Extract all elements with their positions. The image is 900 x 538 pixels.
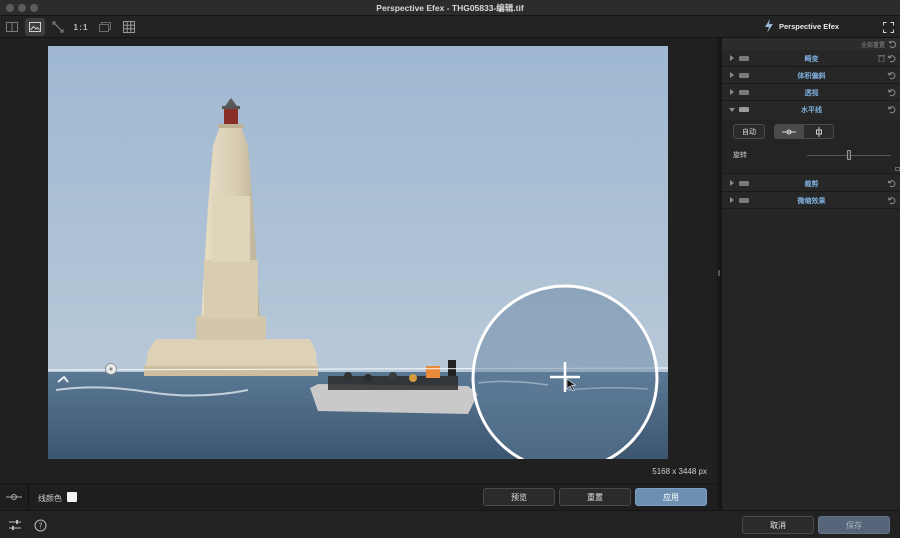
- horizon-tool-button[interactable]: [5, 490, 23, 504]
- settings-button[interactable]: [8, 518, 22, 532]
- undo-icon[interactable]: [887, 179, 896, 188]
- section-horizon[interactable]: 水平线: [722, 101, 900, 118]
- section-crop[interactable]: 裁剪: [722, 175, 900, 192]
- lighthouse-photo: [48, 46, 668, 459]
- help-button[interactable]: ?: [33, 518, 47, 532]
- fullscreen-button[interactable]: [880, 19, 896, 35]
- save-button[interactable]: 保存: [818, 516, 890, 534]
- trash-icon[interactable]: [878, 54, 885, 62]
- zoom-1to1-button[interactable]: 1:1: [71, 18, 91, 36]
- collapse-marker[interactable]: [895, 167, 900, 171]
- image-dimensions: 5168 x 3448 px: [652, 467, 707, 476]
- horizon-controls: 自动 旋转: [722, 120, 900, 174]
- fit-view-button[interactable]: [48, 18, 68, 36]
- horizon-line-icon: [782, 129, 796, 134]
- horizon-line-mode-button[interactable]: [774, 124, 804, 139]
- section-distortion[interactable]: 畸变: [722, 50, 900, 67]
- grid-icon: [123, 21, 135, 33]
- line-color-swatch[interactable]: [67, 492, 77, 502]
- reset-all-icon[interactable]: [888, 40, 896, 48]
- vertical-line-icon: [815, 126, 822, 137]
- reset-button[interactable]: 重置: [559, 488, 631, 506]
- section-miniature-effect[interactable]: 微缩效果: [722, 192, 900, 209]
- reset-all-bar: 全部重置: [722, 38, 900, 50]
- apply-button[interactable]: 应用: [635, 488, 707, 506]
- grid-toggle-button[interactable]: [119, 18, 139, 36]
- compare-button[interactable]: [95, 18, 115, 36]
- single-view-button[interactable]: [25, 18, 45, 36]
- brand: Perspective Efex: [764, 19, 839, 33]
- rotation-label: 旋转: [733, 152, 747, 159]
- zoom-1to1-label: 1:1: [73, 22, 89, 32]
- preview-button[interactable]: 预览: [483, 488, 555, 506]
- fit-icon: [52, 21, 64, 33]
- section-perspective[interactable]: 透视: [722, 84, 900, 101]
- line-color-label: 线颜色: [38, 494, 62, 503]
- section-label: 裁剪: [804, 181, 819, 188]
- rotation-slider-thumb[interactable]: [847, 150, 851, 160]
- image-icon: [29, 22, 41, 32]
- undo-icon[interactable]: [887, 88, 896, 97]
- divider: [28, 484, 29, 511]
- photo-preview[interactable]: [48, 46, 668, 459]
- split-view-button[interactable]: [2, 18, 22, 36]
- section-label: 水平线: [801, 107, 822, 114]
- layers-icon: [99, 22, 111, 32]
- undo-icon[interactable]: [887, 54, 896, 63]
- status-bar: ? 取消 保存: [0, 510, 900, 538]
- adjustments-panel: 全部重置 畸变 体积偏斜 透视 水平线 自动 旋转 裁剪 微缩效果: [721, 38, 900, 510]
- window-title: Perspective Efex - THG05833-编辑.tif: [376, 3, 524, 13]
- splitter-grip[interactable]: [718, 270, 720, 276]
- cancel-button[interactable]: 取消: [742, 516, 814, 534]
- section-volume-skew[interactable]: 体积偏斜: [722, 67, 900, 84]
- perspective-efex-logo-icon: [765, 19, 773, 33]
- help-icon: ?: [34, 519, 46, 531]
- undo-icon[interactable]: [887, 71, 896, 80]
- toolbar: 1:1 Perspective Efex: [0, 16, 900, 38]
- image-canvas[interactable]: 5168 x 3448 px: [0, 38, 717, 483]
- title-bar: Perspective Efex - THG05833-编辑.tif: [0, 0, 900, 16]
- reset-all-label: 全部重置: [860, 43, 885, 49]
- undo-icon[interactable]: [887, 196, 896, 205]
- vertical-line-mode-button[interactable]: [804, 124, 834, 139]
- sliders-icon: [9, 520, 21, 530]
- section-label: 透视: [804, 90, 819, 97]
- split-view-icon: [6, 22, 18, 32]
- auto-button[interactable]: 自动: [733, 124, 765, 139]
- svg-text:?: ?: [38, 521, 42, 530]
- expand-icon: [882, 21, 894, 33]
- brand-name: Perspective Efex: [779, 21, 840, 31]
- horizon-line-icon: [6, 494, 22, 500]
- horizon-tool-bar: 线颜色 预览 重置 应用: [0, 483, 717, 511]
- section-label: 体积偏斜: [797, 73, 826, 80]
- undo-icon[interactable]: [887, 105, 896, 114]
- section-label: 微缩效果: [797, 198, 826, 205]
- section-label: 畸变: [804, 56, 819, 63]
